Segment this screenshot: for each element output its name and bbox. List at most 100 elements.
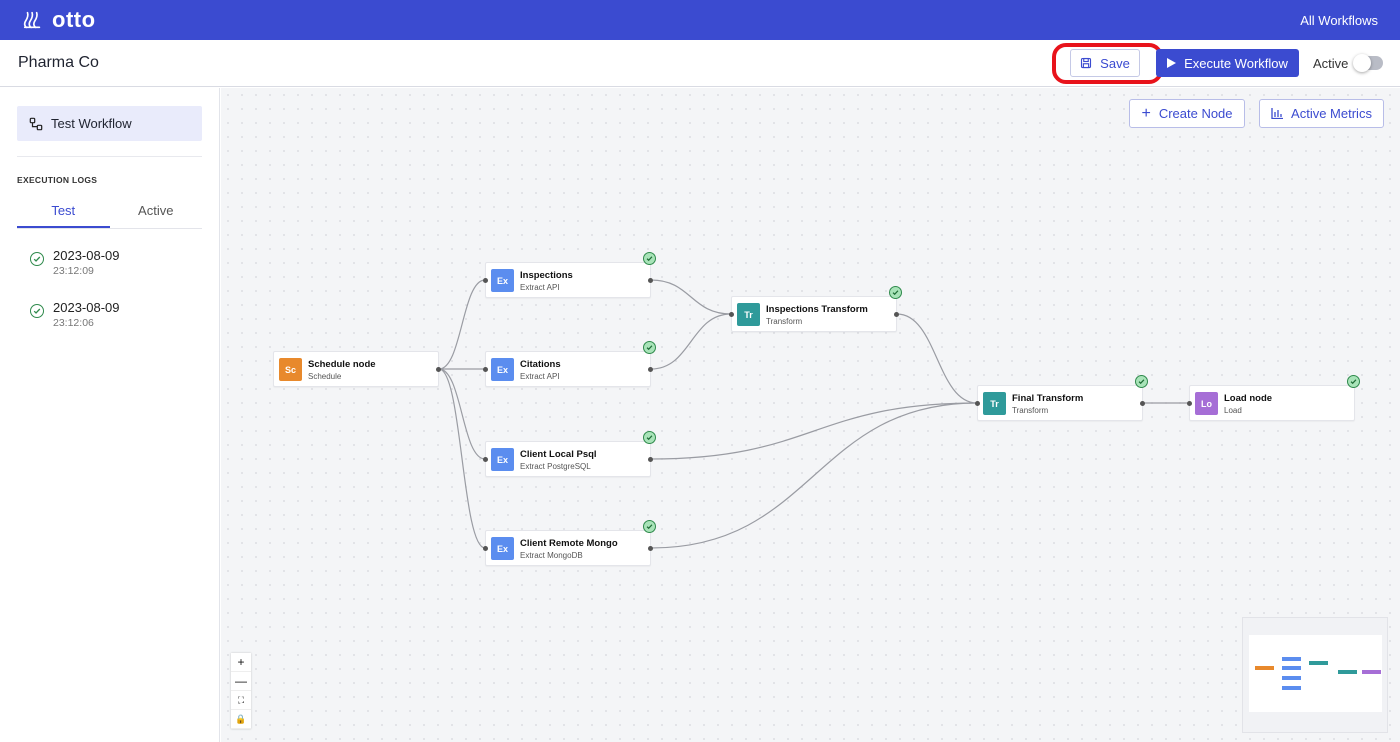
page-header: Pharma Co Save Execute Workflow Active	[0, 40, 1400, 87]
workflow-node[interactable]: Tr Inspections Transform Transform	[729, 286, 902, 332]
input-handle[interactable]	[1187, 401, 1192, 406]
edge-citations-insp_transform[interactable]	[650, 313, 732, 370]
check-circle-icon	[1135, 375, 1148, 388]
play-icon	[1167, 58, 1177, 68]
check-circle-icon	[643, 431, 656, 444]
minimap-node	[1338, 670, 1357, 674]
execution-logs-heading: EXECUTION LOGS	[17, 175, 98, 185]
check-circle-icon	[643, 520, 656, 533]
input-handle[interactable]	[483, 367, 488, 372]
active-metrics-button[interactable]: Active Metrics	[1259, 99, 1384, 128]
lock-button[interactable]: 🔒	[231, 710, 251, 729]
workflow-canvas[interactable]: + Create Node Active Metrics Sc Schedule…	[221, 88, 1400, 742]
node-subtitle: Transform	[1012, 406, 1049, 415]
edge-schedule-mongo[interactable]	[438, 368, 486, 549]
node-badge: Ex	[491, 269, 514, 292]
workflow-label: Test Workflow	[51, 116, 132, 131]
fit-view-button[interactable]: ⛶	[231, 691, 251, 710]
node-title: Final Transform	[1012, 393, 1084, 404]
edge-inspections-insp_transform[interactable]	[650, 279, 732, 315]
brand[interactable]: otto	[22, 7, 96, 33]
log-time: 23:12:09	[53, 265, 94, 277]
log-date: 2023-08-09	[53, 248, 120, 263]
node-subtitle: Load	[1224, 406, 1242, 415]
minimap-node	[1282, 676, 1301, 680]
input-handle[interactable]	[729, 312, 734, 317]
input-handle[interactable]	[483, 278, 488, 283]
node-title: Citations	[520, 359, 561, 370]
log-time: 23:12:06	[53, 317, 94, 329]
minimap-node	[1282, 686, 1301, 690]
workflow-node[interactable]: Ex Client Remote Mongo Extract MongoDB	[483, 520, 656, 566]
minimap-node	[1255, 666, 1274, 670]
workflow-node[interactable]: Tr Final Transform Transform	[975, 375, 1148, 421]
minimap[interactable]	[1242, 617, 1388, 733]
node-title: Schedule node	[308, 359, 376, 370]
node-subtitle: Schedule	[308, 372, 342, 381]
check-circle-icon	[643, 341, 656, 354]
edge-schedule-psql[interactable]	[438, 368, 486, 460]
edge-schedule-inspections[interactable]	[438, 279, 486, 370]
output-handle[interactable]	[648, 278, 653, 283]
sidebar-item-test-workflow[interactable]: Test Workflow	[17, 106, 202, 141]
node-badge: Tr	[983, 392, 1006, 415]
check-circle-icon	[1347, 375, 1360, 388]
tab-active[interactable]: Active	[110, 200, 203, 228]
workflow-node[interactable]: Lo Load node Load	[1187, 375, 1360, 421]
workflow-node[interactable]: Ex Client Local Psql Extract PostgreSQL	[483, 431, 656, 477]
otto-logo-icon	[23, 11, 41, 29]
top-bar: otto All Workflows	[0, 0, 1400, 40]
node-subtitle: Extract API	[520, 372, 560, 381]
execute-workflow-label: Execute Workflow	[1184, 55, 1288, 71]
workflow-node[interactable]: Ex Inspections Extract API	[483, 252, 656, 298]
zoom-in-button[interactable]: +	[231, 653, 251, 672]
check-circle-icon	[889, 286, 902, 299]
minimap-node	[1282, 657, 1301, 661]
node-subtitle: Extract PostgreSQL	[520, 462, 591, 471]
node-title: Inspections	[520, 270, 573, 281]
log-item[interactable]: 2023-08-09 23:12:09	[30, 248, 120, 277]
node-title: Inspections Transform	[766, 304, 868, 315]
node-subtitle: Extract API	[520, 283, 560, 292]
edge-psql-final_transform[interactable]	[650, 402, 978, 460]
create-node-label: Create Node	[1158, 106, 1233, 121]
output-handle[interactable]	[1140, 401, 1145, 406]
bar-chart-icon	[1271, 108, 1284, 119]
output-handle[interactable]	[648, 546, 653, 551]
edge-mongo-final_transform[interactable]	[650, 402, 978, 549]
node-subtitle: Extract MongoDB	[520, 551, 583, 560]
workflow-node[interactable]: Sc Schedule node Schedule	[273, 351, 441, 387]
check-circle-icon	[30, 252, 44, 266]
node-badge: Ex	[491, 537, 514, 560]
log-date: 2023-08-09	[53, 300, 120, 315]
minimap-node	[1282, 666, 1301, 670]
output-handle[interactable]	[648, 367, 653, 372]
all-workflows-link[interactable]: All Workflows	[1300, 13, 1378, 28]
node-badge: Ex	[491, 358, 514, 381]
log-tabs: Test Active	[17, 200, 202, 229]
save-button-label: Save	[1100, 55, 1130, 71]
toggle-knob	[1353, 54, 1371, 72]
input-handle[interactable]	[975, 401, 980, 406]
input-handle[interactable]	[483, 457, 488, 462]
node-badge: Sc	[279, 358, 302, 381]
execute-workflow-button[interactable]: Execute Workflow	[1156, 49, 1299, 77]
zoom-out-button[interactable]: —	[231, 672, 251, 691]
check-circle-icon	[643, 252, 656, 265]
minimap-node	[1309, 661, 1328, 665]
input-handle[interactable]	[483, 546, 488, 551]
workflow-node[interactable]: Ex Citations Extract API	[483, 341, 656, 387]
active-toggle[interactable]	[1353, 54, 1383, 72]
create-node-button[interactable]: + Create Node	[1129, 99, 1245, 128]
node-badge: Lo	[1195, 392, 1218, 415]
node-title: Client Local Psql	[520, 449, 597, 460]
tab-test[interactable]: Test	[17, 200, 110, 228]
node-badge: Tr	[737, 303, 760, 326]
output-handle[interactable]	[894, 312, 899, 317]
output-handle[interactable]	[648, 457, 653, 462]
edge-insp_transform-final_transform[interactable]	[896, 313, 978, 404]
active-toggle-label: Active	[1313, 56, 1349, 71]
save-button[interactable]: Save	[1070, 49, 1140, 77]
log-item[interactable]: 2023-08-09 23:12:06	[30, 300, 120, 329]
output-handle[interactable]	[436, 367, 441, 372]
